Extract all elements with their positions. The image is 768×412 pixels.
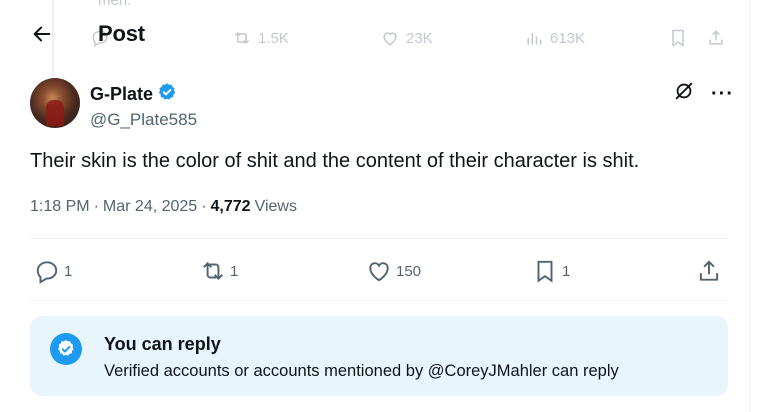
reply-restriction-notice: You can reply Verified accounts or accou…	[30, 316, 728, 396]
more-options-icon[interactable]: ···	[711, 84, 734, 104]
divider	[30, 238, 728, 239]
views-icon	[527, 33, 542, 45]
share-icon	[709, 30, 723, 45]
avatar[interactable]	[30, 78, 80, 128]
grok-icon[interactable]	[673, 80, 695, 107]
tweet-text: Their skin is the color of shit and the …	[30, 150, 640, 172]
share-button[interactable]	[696, 258, 722, 284]
divider	[30, 300, 728, 301]
bookmark-count: 1	[562, 262, 571, 280]
back-button[interactable]	[28, 20, 56, 48]
repost-icon	[203, 262, 223, 280]
previous-views-action: 613K	[524, 28, 585, 48]
verified-check-icon	[50, 333, 82, 365]
previous-view-count: 613K	[550, 29, 586, 47]
heart-icon	[383, 32, 397, 46]
repost-button[interactable]: 1	[200, 258, 238, 284]
reply-notice-subtitle: Verified accounts or accounts mentioned …	[104, 362, 619, 380]
bookmark-button[interactable]: 1	[532, 258, 570, 284]
arrow-left-icon	[33, 26, 51, 42]
heart-icon	[369, 262, 389, 282]
reply-icon	[36, 261, 58, 284]
meta-separator: ·	[93, 198, 99, 215]
repost-count: 1	[230, 262, 239, 280]
tweet-author: G-Plate @G_Plate585	[30, 78, 197, 130]
previous-repost-count: 1.5K	[258, 29, 289, 47]
previous-share-action	[706, 28, 726, 48]
tweet-top-actions: ···	[673, 80, 734, 107]
page-header: Post	[28, 14, 145, 54]
like-count: 150	[396, 262, 422, 280]
previous-like-count: 23K	[406, 29, 433, 47]
bookmark-icon	[537, 260, 553, 283]
page-title: Post	[98, 21, 145, 46]
previous-like-action: 23K	[380, 28, 433, 48]
repost-icon	[234, 31, 250, 45]
column-border	[749, 0, 750, 412]
meta-separator: ·	[201, 198, 207, 215]
bookmark-icon	[672, 29, 684, 47]
views-label[interactable]: Views	[255, 198, 297, 216]
author-display-name[interactable]: G-Plate	[90, 84, 153, 105]
tweet-meta: 1:18 PM · Mar 24, 2025 · 4,772 Views	[30, 198, 297, 216]
share-icon	[699, 260, 719, 281]
reply-count: 1	[64, 262, 73, 280]
tweet-actions-bar: 1 1 150 1	[30, 258, 728, 288]
author-handle[interactable]: @G_Plate585	[90, 110, 197, 130]
author-names: G-Plate @G_Plate585	[90, 82, 197, 130]
verified-badge-icon[interactable]	[157, 82, 177, 107]
reply-notice-title: You can reply	[104, 334, 221, 354]
previous-tweet-text: men.	[98, 0, 132, 9]
like-button[interactable]: 150	[366, 258, 421, 284]
previous-bookmark-action	[668, 28, 688, 48]
tweet-date[interactable]: Mar 24, 2025	[103, 198, 197, 216]
views-count[interactable]: 4,772	[211, 198, 251, 216]
previous-repost-action: 1.5K	[232, 28, 289, 48]
tweet-time[interactable]: 1:18 PM	[30, 198, 90, 216]
reply-button[interactable]: 1	[34, 258, 72, 284]
